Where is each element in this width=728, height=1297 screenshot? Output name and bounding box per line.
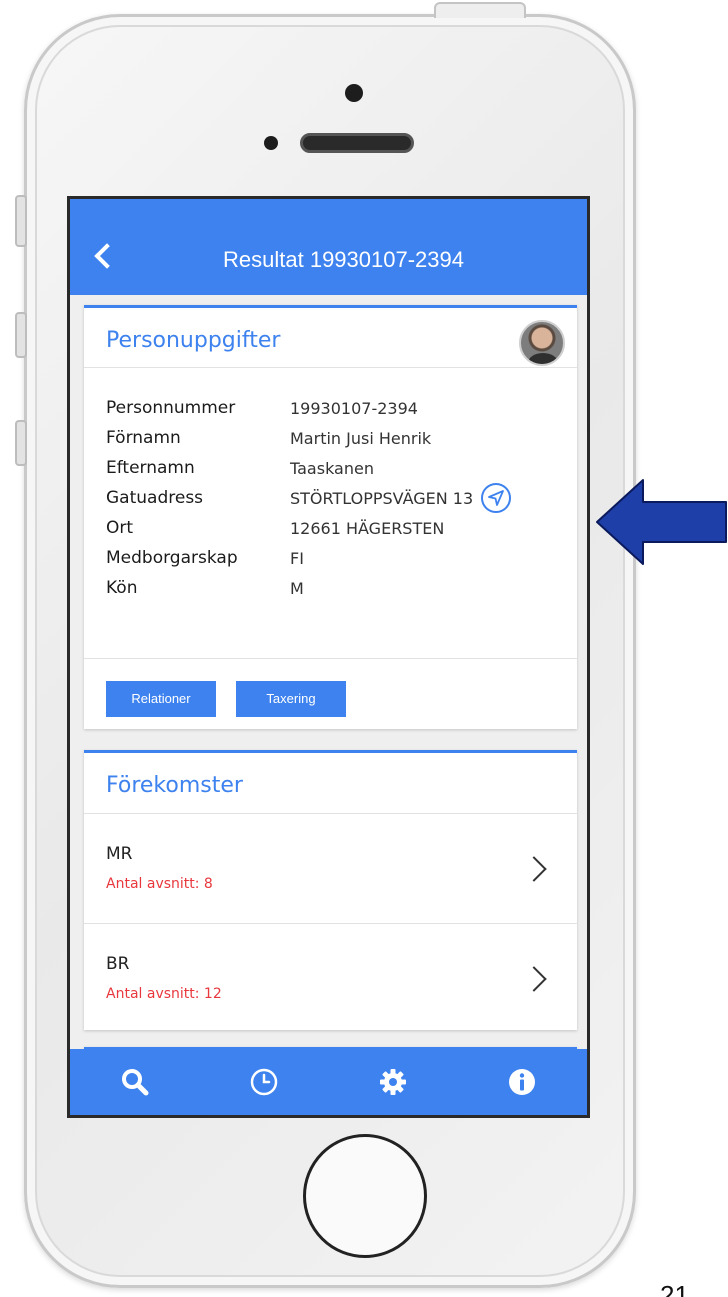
front-camera bbox=[345, 84, 363, 102]
tab-info[interactable] bbox=[492, 1052, 552, 1112]
proximity-sensor bbox=[264, 136, 278, 150]
page-title: Resultat 19930107-2394 bbox=[223, 247, 464, 272]
field-label: Efternamn bbox=[106, 458, 195, 478]
avatar[interactable] bbox=[519, 320, 565, 366]
occurrence-count: Antal avsnitt: 12 bbox=[106, 986, 222, 1002]
info-row-personnummer: Personnummer 19930107-2394 bbox=[106, 393, 577, 423]
power-button[interactable] bbox=[434, 2, 526, 18]
tab-bar bbox=[70, 1049, 587, 1115]
person-card: Personuppgifter Personnummer 19930107-23… bbox=[84, 305, 577, 729]
page-number: 21 bbox=[660, 1280, 689, 1297]
occurrence-count: Antal avsnitt: 8 bbox=[106, 876, 213, 892]
person-info-table: Personnummer 19930107-2394 Förnamn Marti… bbox=[84, 368, 577, 603]
mute-switch[interactable] bbox=[15, 195, 27, 247]
search-icon bbox=[121, 1069, 149, 1096]
list-item[interactable]: BR Antal avsnitt: 12 bbox=[84, 923, 577, 1033]
field-label: Medborgarskap bbox=[106, 548, 238, 568]
tab-search[interactable] bbox=[105, 1052, 165, 1112]
occurrence-code: MR bbox=[106, 844, 133, 864]
app-header: Resultat 19930107-2394 bbox=[70, 199, 587, 295]
chevron-right-icon bbox=[521, 856, 547, 882]
gear-icon bbox=[380, 1069, 407, 1095]
tab-settings[interactable] bbox=[363, 1052, 423, 1112]
person-card-actions: Relationer Taxering bbox=[84, 658, 577, 730]
volume-up-button[interactable] bbox=[15, 312, 27, 358]
annotation-arrow-icon bbox=[596, 479, 727, 565]
field-label: Förnamn bbox=[106, 428, 181, 448]
phone-screen: Resultat 19930107-2394 Personuppgifter P… bbox=[67, 196, 590, 1118]
field-value: Martin Jusi Henrik bbox=[290, 428, 432, 448]
field-label: Ort bbox=[106, 518, 134, 538]
person-card-title: Personuppgifter bbox=[84, 308, 577, 368]
field-value: 19930107-2394 bbox=[290, 398, 418, 418]
volume-down-button[interactable] bbox=[15, 420, 27, 466]
field-label: Kön bbox=[106, 578, 138, 598]
field-label: Personnummer bbox=[106, 398, 236, 418]
field-value: 12661 HÄGERSTEN bbox=[290, 518, 445, 538]
field-value: STÖRTLOPPSVÄGEN 13 bbox=[290, 488, 474, 508]
occurrences-card: Förekomster MR Antal avsnitt: 8 BR Antal… bbox=[84, 750, 577, 1030]
field-value: FI bbox=[290, 548, 304, 568]
info-icon bbox=[509, 1069, 536, 1095]
info-row-fornamn: Förnamn Martin Jusi Henrik bbox=[106, 423, 577, 453]
occurrences-card-title: Förekomster bbox=[106, 773, 243, 798]
home-button[interactable] bbox=[303, 1134, 427, 1258]
location-arrow-icon[interactable] bbox=[481, 483, 512, 513]
field-label: Gatuadress bbox=[106, 488, 204, 508]
list-item[interactable]: MR Antal avsnitt: 8 bbox=[84, 813, 577, 923]
clock-icon bbox=[250, 1068, 278, 1096]
field-value: M bbox=[290, 578, 304, 598]
info-row-kon: Kön M bbox=[106, 573, 577, 603]
occurrence-code: BR bbox=[106, 954, 130, 974]
scroll-content[interactable]: Personuppgifter Personnummer 19930107-23… bbox=[70, 295, 587, 1053]
tab-history[interactable] bbox=[234, 1052, 294, 1112]
info-row-gatuadress: Gatuadress STÖRTLOPPSVÄGEN 13 bbox=[106, 483, 577, 513]
relationer-button[interactable]: Relationer bbox=[106, 681, 216, 717]
info-row-ort: Ort 12661 HÄGERSTEN bbox=[106, 513, 577, 543]
earpiece-speaker bbox=[300, 133, 414, 153]
info-row-efternamn: Efternamn Taaskanen bbox=[106, 453, 577, 483]
taxering-button[interactable]: Taxering bbox=[236, 681, 346, 717]
info-row-medborgarskap: Medborgarskap FI bbox=[106, 543, 577, 573]
field-value: Taaskanen bbox=[290, 458, 374, 478]
chevron-right-icon bbox=[521, 966, 547, 992]
